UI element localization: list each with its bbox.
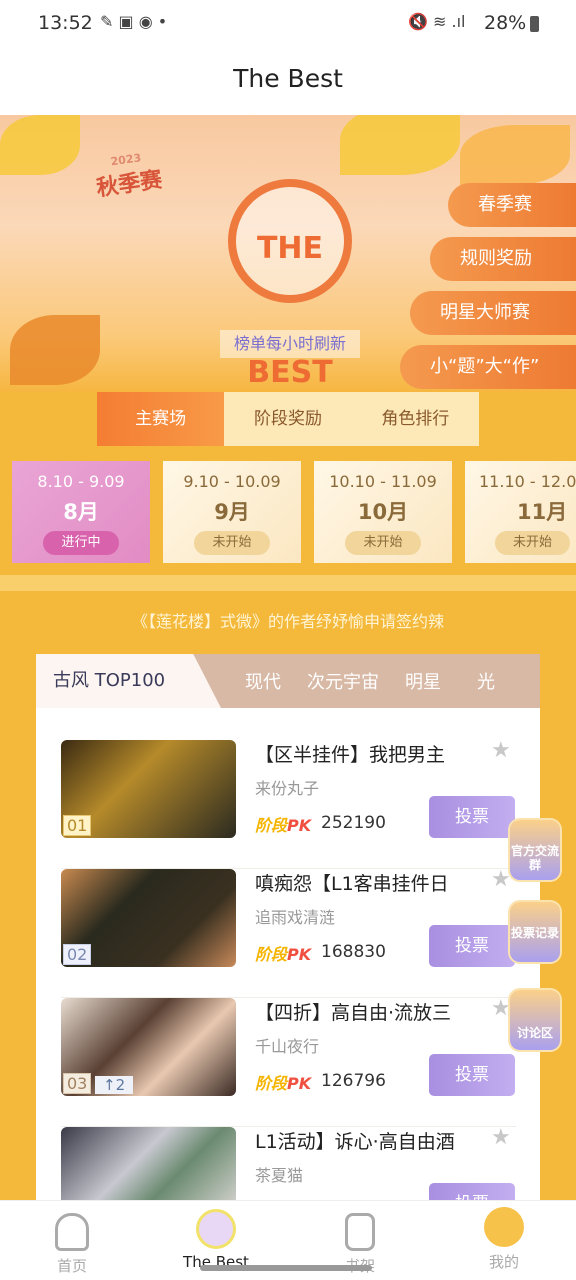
the-best-logo: THE BEST	[228, 179, 352, 390]
signal-icons: 🔇 ≋ .ıl	[408, 12, 466, 31]
list-item[interactable]: 02 嗔痴怨【L1客串挂件日 ★ 追雨戏清涟 阶段PK 168830 投票	[61, 867, 516, 998]
list-item[interactable]: 03 ↑2 【四折】高自由·流放三 ★ 千山夜行 阶段PK 126796 投票	[61, 996, 516, 1127]
book-title[interactable]: L1活动】诉心·高自由酒	[255, 1127, 455, 1154]
vote-button[interactable]: 投票	[429, 796, 515, 838]
book-title[interactable]: 【四折】高自由·流放三	[255, 998, 451, 1025]
clock: 13:52	[38, 12, 93, 34]
home-icon	[55, 1213, 89, 1251]
book-author: 来份丸子	[255, 779, 320, 798]
small-topic-button[interactable]: 小“题”大“作”	[400, 345, 576, 389]
nav-label: 我的	[488, 1253, 519, 1271]
star-icon[interactable]: ★	[491, 738, 511, 763]
month-label: 11月	[517, 500, 568, 524]
pk-label: 阶段PK	[255, 945, 312, 964]
pk-label: 阶段PK	[255, 1074, 312, 1093]
book-cover[interactable]: 02	[61, 869, 236, 967]
vote-record-button[interactable]: 投票记录	[510, 902, 560, 962]
home-indicator[interactable]	[200, 1265, 372, 1271]
rank-badge: 02	[63, 944, 92, 965]
pk-label: 阶段PK	[255, 816, 312, 835]
status-bar: 13:52 ✎ ▣ ◉ • 🔇 ≋ .ıl 28%	[0, 0, 576, 48]
tab-main-arena[interactable]: 主赛场	[97, 392, 225, 446]
main-tabs: 主赛场 阶段奖励 角色排行	[97, 392, 479, 446]
star-master-button[interactable]: 明星大师赛	[410, 291, 576, 335]
month-range: 10.10 - 11.09	[329, 472, 437, 491]
vote-count: 168830	[321, 942, 386, 962]
book-cover[interactable]: 03 ↑2	[61, 998, 236, 1096]
star-icon[interactable]: ★	[491, 996, 511, 1021]
notice-ticker[interactable]: 《【莲花楼】式微》的作者纾妤愉申请签约辣	[0, 608, 576, 632]
month-status: 未开始	[194, 531, 270, 555]
book-author: 追雨戏清涟	[255, 908, 336, 927]
star-icon[interactable]: ★	[491, 1125, 511, 1150]
banner: 2023 秋季赛 THE BEST 榜单每小时刷新 春季赛 规则奖励 明星大师赛 …	[0, 115, 576, 392]
battery-icon	[530, 16, 539, 32]
rules-rewards-button[interactable]: 规则奖励	[430, 237, 576, 281]
vote-count: 126796	[321, 1071, 386, 1091]
month-status: 进行中	[43, 531, 119, 555]
month-label: 8月	[63, 500, 99, 524]
category-tabs: 古风 TOP100 现代 次元宇宙 明星 光	[36, 654, 540, 708]
vote-button[interactable]: 投票	[429, 925, 515, 967]
rank-change: ↑2	[95, 1076, 134, 1094]
refresh-note: 榜单每小时刷新	[220, 330, 360, 358]
official-group-button[interactable]: 官方交流群	[510, 820, 560, 880]
month-range: 11.10 - 12.0	[479, 472, 576, 491]
bookshelf-icon	[345, 1213, 375, 1251]
category-tab-modern[interactable]: 现代	[245, 668, 281, 694]
vote-button[interactable]: 投票	[429, 1054, 515, 1096]
category-tab-star[interactable]: 明星	[405, 668, 441, 694]
tab-character-ranking[interactable]: 角色排行	[352, 392, 479, 446]
month-card-aug[interactable]: 8.10 - 9.09 8月进行中	[12, 461, 150, 563]
month-status: 未开始	[495, 531, 571, 555]
category-tab-more[interactable]: 光	[477, 668, 495, 694]
rank-badge: 01	[63, 815, 92, 836]
list-item[interactable]: 01 【区半挂件】我把男主 ★ 来份丸子 阶段PK 252190 投票	[61, 738, 516, 869]
nav-me[interactable]: 我的	[449, 1201, 559, 1272]
notification-icons: ✎ ▣ ◉ •	[100, 12, 168, 31]
the-best-icon	[196, 1209, 236, 1249]
category-tab-gufeng[interactable]: 古风 TOP100	[36, 654, 221, 708]
battery-level: 28%	[484, 12, 527, 34]
season-badge: 2023 秋季赛	[94, 151, 164, 202]
month-card-nov[interactable]: 11.10 - 12.0 11月未开始	[465, 461, 576, 563]
month-card-oct[interactable]: 10.10 - 11.09 10月未开始	[314, 461, 452, 563]
nav-label: 首页	[56, 1257, 87, 1275]
category-tab-cyber[interactable]: 次元宇宙	[307, 668, 379, 694]
book-title[interactable]: 嗔痴怨【L1客串挂件日	[255, 869, 449, 896]
page-title: The Best	[0, 48, 576, 115]
nav-the-best[interactable]: The Best	[161, 1201, 271, 1271]
ranking-list: 古风 TOP100 现代 次元宇宙 明星 光 01 【区半挂件】我把男主 ★ 来…	[36, 654, 540, 1225]
divider	[0, 575, 576, 591]
month-label: 10月	[357, 500, 409, 524]
month-label: 9月	[214, 500, 250, 524]
month-card-sep[interactable]: 9.10 - 10.09 9月未开始	[163, 461, 301, 563]
nav-home[interactable]: 首页	[17, 1201, 127, 1276]
discussion-button[interactable]: 讨论区	[510, 990, 560, 1050]
month-range: 8.10 - 9.09	[37, 472, 125, 491]
star-icon[interactable]: ★	[491, 867, 511, 892]
month-range: 9.10 - 10.09	[183, 472, 281, 491]
book-author: 茶夏猫	[255, 1166, 304, 1185]
tab-stage-rewards[interactable]: 阶段奖励	[224, 392, 351, 446]
spring-season-button[interactable]: 春季赛	[448, 183, 576, 227]
rank-badge: 03	[63, 1073, 92, 1094]
book-cover[interactable]: 01	[61, 740, 236, 838]
book-title[interactable]: 【区半挂件】我把男主	[255, 740, 445, 767]
vote-count: 252190	[321, 813, 386, 833]
avatar	[484, 1207, 524, 1247]
book-author: 千山夜行	[255, 1037, 320, 1056]
month-status: 未开始	[345, 531, 421, 555]
